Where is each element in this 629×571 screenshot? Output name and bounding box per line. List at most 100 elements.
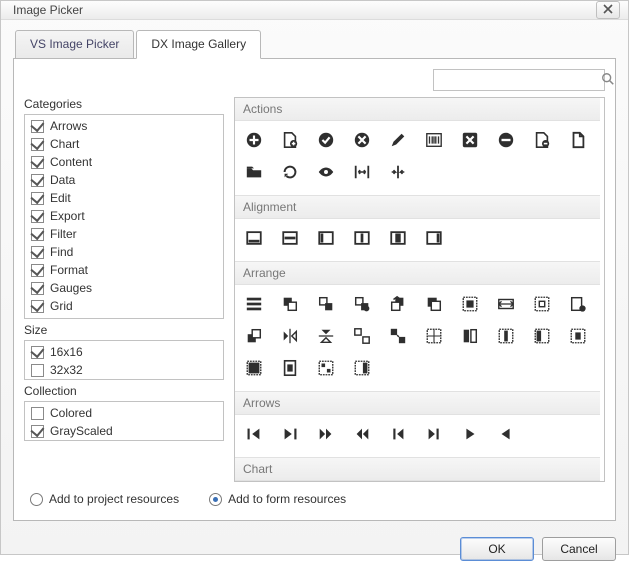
category-item[interactable]: Export [27, 207, 221, 225]
cancel-square-icon[interactable] [461, 131, 479, 149]
close-icon [603, 3, 613, 17]
frame-object-icon[interactable] [533, 295, 551, 313]
rewind-icon[interactable] [353, 425, 371, 443]
category-item[interactable]: Gauges [27, 279, 221, 297]
cancel-button[interactable]: Cancel [542, 537, 616, 561]
fast-forward-icon[interactable] [317, 425, 335, 443]
add-file-icon[interactable] [281, 131, 299, 149]
group-add-icon[interactable] [353, 295, 371, 313]
fit-width-icon[interactable] [497, 295, 515, 313]
size-item[interactable]: 32x32 [27, 361, 221, 379]
category-item[interactable]: Edit [27, 189, 221, 207]
category-item[interactable]: Content [27, 153, 221, 171]
last-icon[interactable] [281, 425, 299, 443]
next-end-icon[interactable] [425, 425, 443, 443]
gallery-group-header[interactable]: Alignment [235, 195, 600, 219]
align-middle-icon[interactable] [389, 229, 407, 247]
resource-radio-group: Add to project resources Add to form res… [24, 482, 605, 510]
frame-grid-icon[interactable] [425, 327, 443, 345]
back-icon[interactable] [497, 425, 515, 443]
bring-forward-icon[interactable] [389, 295, 407, 313]
size-item[interactable]: 16x16 [27, 343, 221, 361]
search-input[interactable] [434, 70, 601, 90]
align-center-v-icon[interactable] [353, 229, 371, 247]
remove-circle-icon[interactable] [497, 131, 515, 149]
checkbox-icon [31, 138, 44, 151]
align-left-icon[interactable] [317, 229, 335, 247]
category-label: Grid [50, 298, 73, 314]
gallery-group-header[interactable]: Arrange [235, 261, 600, 285]
cancel-circle-icon[interactable] [353, 131, 371, 149]
play-icon[interactable] [461, 425, 479, 443]
check-circle-icon[interactable] [317, 131, 335, 149]
frame-fill-icon[interactable] [245, 359, 263, 377]
barcode-icon[interactable] [425, 131, 443, 149]
frame-column-icon[interactable] [497, 327, 515, 345]
new-file-icon[interactable] [569, 131, 587, 149]
grid-frame-icon[interactable] [317, 359, 335, 377]
checkbox-icon [31, 156, 44, 169]
ok-button[interactable]: OK [460, 537, 534, 561]
show-eye-icon[interactable] [317, 163, 335, 181]
send-back-icon[interactable] [245, 327, 263, 345]
radio-add-to-project[interactable]: Add to project resources [30, 492, 179, 506]
close-button[interactable] [596, 1, 620, 19]
stretch-horiz-icon[interactable] [353, 163, 371, 181]
collection-item[interactable]: GrayScaled [27, 422, 221, 440]
ungroup-icon[interactable] [353, 327, 371, 345]
gallery[interactable]: Actions Alignment Arrange Arrows Chart [234, 97, 605, 482]
open-folder-icon[interactable] [245, 163, 263, 181]
group-objects-icon[interactable] [317, 295, 335, 313]
refresh-icon[interactable] [281, 163, 299, 181]
frame-center-icon[interactable] [569, 327, 587, 345]
frame-select-icon[interactable] [461, 295, 479, 313]
radio-label: Add to project resources [49, 492, 179, 506]
remove-file-icon[interactable] [533, 131, 551, 149]
mirror-v-icon[interactable] [317, 327, 335, 345]
size-list[interactable]: 16x1632x32 [24, 340, 224, 380]
edit-pencil-icon[interactable] [389, 131, 407, 149]
align-center-h-icon[interactable] [281, 229, 299, 247]
frame-left-icon[interactable] [533, 327, 551, 345]
layer-stack-icon[interactable] [425, 295, 443, 313]
category-item[interactable]: Grid [27, 297, 221, 315]
compress-horiz-icon[interactable] [389, 163, 407, 181]
collection-label: Colored [50, 405, 92, 421]
mirror-h-icon[interactable] [281, 327, 299, 345]
prev-end-icon[interactable] [389, 425, 407, 443]
category-item[interactable]: Format [27, 261, 221, 279]
first-icon[interactable] [245, 425, 263, 443]
bring-front-icon[interactable] [281, 295, 299, 313]
gallery-group-header[interactable]: Actions [235, 98, 600, 121]
tab-dx-image-gallery[interactable]: DX Image Gallery [136, 30, 261, 59]
add-circle-icon[interactable] [245, 131, 263, 149]
arrange-rows-icon[interactable] [245, 295, 263, 313]
category-item[interactable]: Chart [27, 135, 221, 153]
window-title: Image Picker [13, 3, 596, 17]
checkbox-icon [31, 407, 44, 420]
align-right-icon[interactable] [425, 229, 443, 247]
align-bottom-icon[interactable] [245, 229, 263, 247]
dialog-body: VS Image Picker DX Image Gallery Categor… [1, 20, 628, 529]
object-note-icon[interactable] [569, 295, 587, 313]
categories-list[interactable]: ArrowsChartContentDataEditExportFilterFi… [24, 114, 224, 319]
layer-split-icon[interactable] [389, 327, 407, 345]
page-object-icon[interactable] [281, 359, 299, 377]
tab-vs-image-picker[interactable]: VS Image Picker [15, 30, 134, 59]
category-item[interactable]: Find [27, 243, 221, 261]
category-item[interactable]: Arrows [27, 117, 221, 135]
columns-icon[interactable] [461, 327, 479, 345]
category-label: Content [50, 154, 92, 170]
gallery-group-header[interactable]: Chart [235, 457, 600, 481]
collection-list[interactable]: ColoredGrayScaled [24, 401, 224, 441]
frame-right-icon[interactable] [353, 359, 371, 377]
radio-add-to-form[interactable]: Add to form resources [209, 492, 346, 506]
gallery-group-header[interactable]: Arrows [235, 391, 600, 415]
category-label: Help [50, 316, 75, 319]
collection-item[interactable]: Colored [27, 404, 221, 422]
category-item[interactable]: Data [27, 171, 221, 189]
category-item[interactable]: Filter [27, 225, 221, 243]
search-icon[interactable] [601, 72, 615, 89]
checkbox-icon [31, 282, 44, 295]
category-item[interactable]: Help [27, 315, 221, 319]
